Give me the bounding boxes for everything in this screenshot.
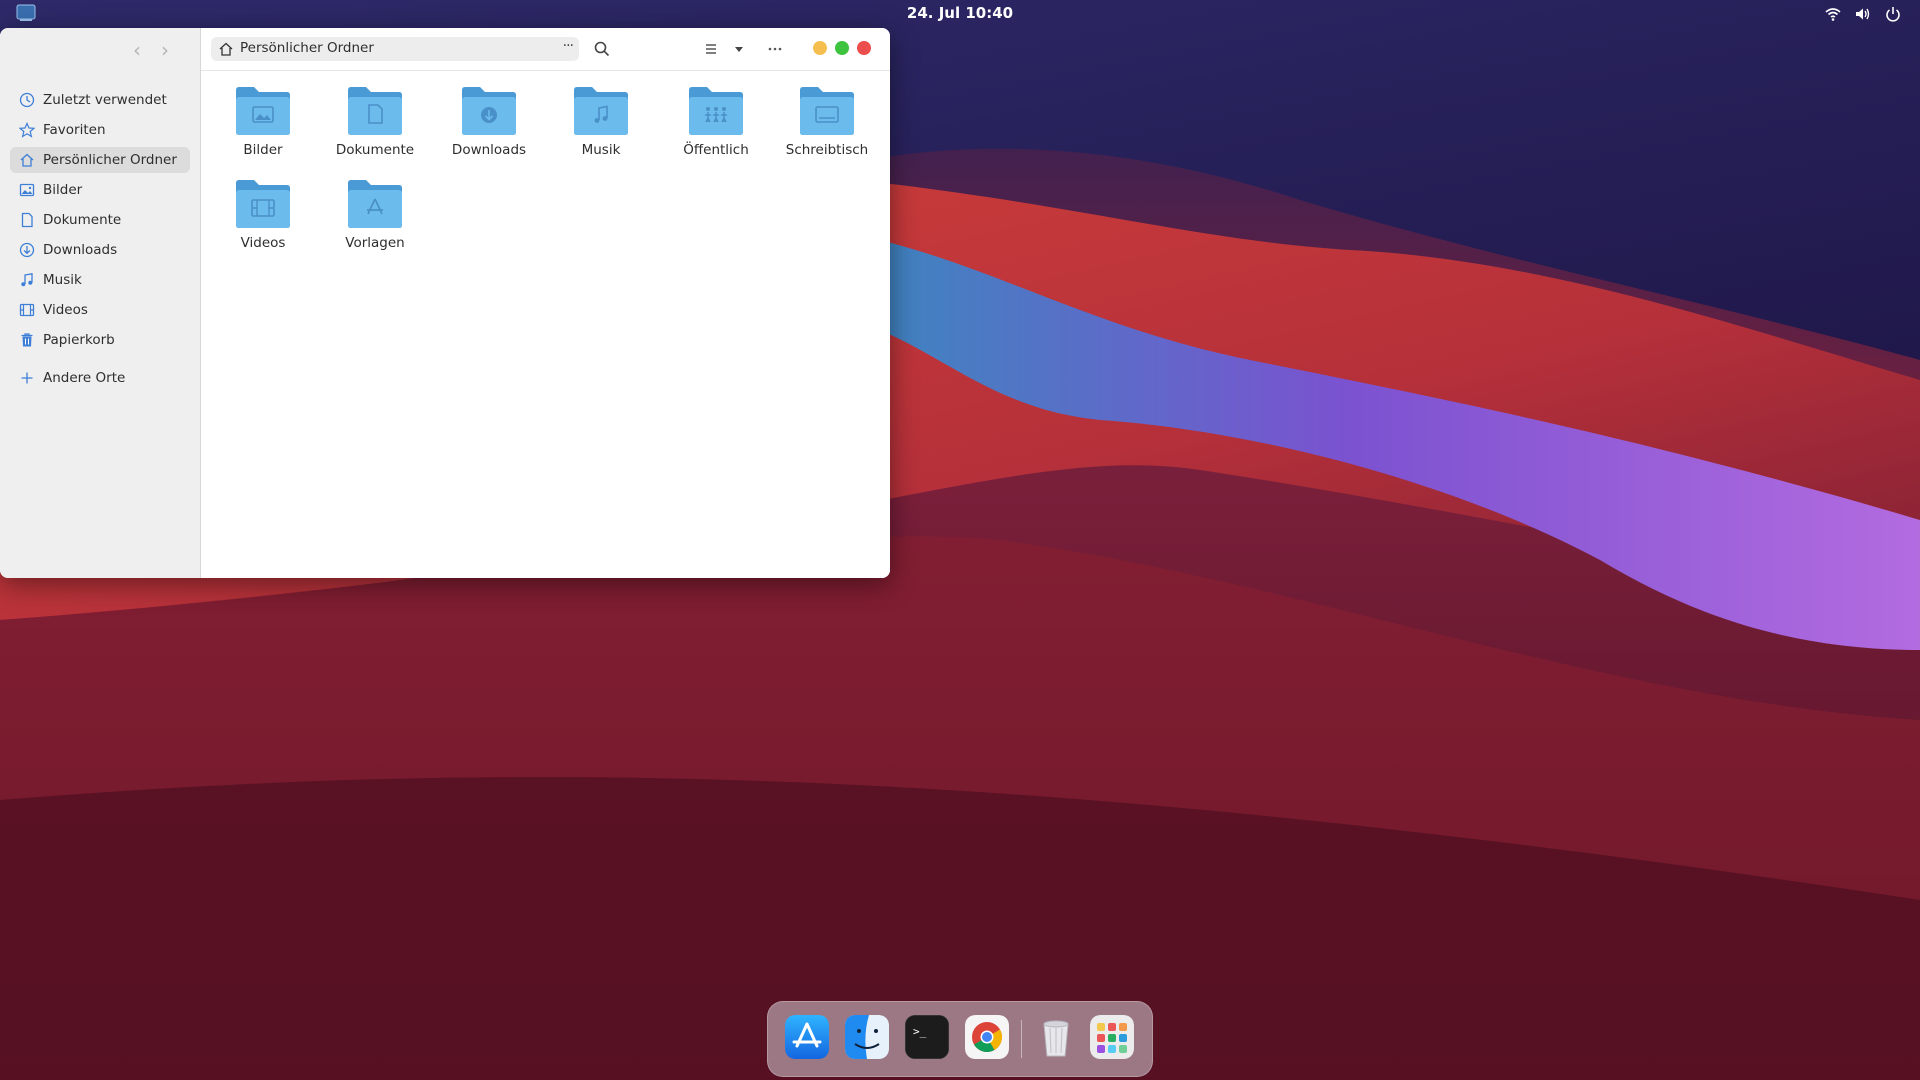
folder-document-icon <box>348 87 402 135</box>
power-icon[interactable] <box>1884 5 1902 23</box>
folder-label: Öffentlich <box>683 142 749 158</box>
terminal-prompt: >_ <box>913 1025 927 1038</box>
sidebar-item-pictures[interactable]: Bilder <box>10 177 190 203</box>
sidebar-item-trash[interactable]: Papierkorb <box>10 327 190 353</box>
sidebar-item-label: Downloads <box>43 242 118 258</box>
folder-videos[interactable]: Videos <box>213 177 313 259</box>
chevron-down-icon[interactable] <box>729 39 749 59</box>
dock-files[interactable] <box>845 1015 889 1059</box>
home-icon <box>219 42 233 56</box>
dock-chrome[interactable] <box>965 1015 1009 1059</box>
sidebar-item-videos[interactable]: Videos <box>10 297 190 323</box>
sidebar-item-label: Zuletzt verwendet <box>43 92 167 108</box>
folder-label: Musik <box>581 142 621 158</box>
folder-desktop[interactable]: Schreibtisch <box>777 84 877 166</box>
folder-image-icon <box>236 87 290 135</box>
finder-icon <box>845 1015 889 1059</box>
clock[interactable]: 24. Jul 10:40 <box>907 4 1013 22</box>
sidebar-item-label: Papierkorb <box>43 332 115 348</box>
folder-documents[interactable]: Dokumente <box>325 84 425 166</box>
back-button[interactable]: ‹ <box>127 40 147 60</box>
minimize-button[interactable] <box>813 41 827 55</box>
folder-label: Dokumente <box>335 142 415 158</box>
folder-label: Bilder <box>243 142 283 158</box>
app-store-icon <box>785 1015 829 1059</box>
sidebar-item-other-locations[interactable]: Andere Orte <box>10 365 190 391</box>
sidebar-item-label: Musik <box>43 272 82 288</box>
dock-app-grid[interactable] <box>1090 1015 1134 1059</box>
app-grid-icon <box>1090 1015 1134 1059</box>
activities-icon[interactable] <box>16 4 36 22</box>
sidebar-item-label: Bilder <box>43 182 83 198</box>
wifi-icon[interactable] <box>1824 5 1842 23</box>
star-icon <box>19 122 35 138</box>
file-manager-window: ‹ › Zuletzt verwendet Favoriten Persönli… <box>0 28 890 578</box>
dock-separator <box>1021 1020 1022 1058</box>
list-view-icon[interactable] <box>701 39 721 59</box>
folder-music[interactable]: Musik <box>551 84 651 166</box>
close-button[interactable] <box>857 41 871 55</box>
path-bar[interactable]: Persönlicher Ordner ··· <box>211 37 579 61</box>
dock-terminal[interactable]: >_ <box>905 1015 949 1059</box>
dock-app-store[interactable] <box>785 1015 829 1059</box>
sidebar-item-recent[interactable]: Zuletzt verwendet <box>10 87 190 113</box>
film-icon <box>19 302 35 318</box>
folder-film-icon <box>236 180 290 228</box>
download-icon <box>19 242 35 258</box>
folder-music-icon <box>574 87 628 135</box>
path-menu-button[interactable]: ··· <box>563 38 574 54</box>
sidebar-item-music[interactable]: Musik <box>10 267 190 293</box>
current-location: Persönlicher Ordner <box>240 40 374 56</box>
folder-label: Vorlagen <box>345 235 405 251</box>
trash-icon <box>1043 1020 1069 1057</box>
folder-people-icon <box>689 87 743 135</box>
sidebar: ‹ › Zuletzt verwendet Favoriten Persönli… <box>0 28 201 578</box>
dock: >_ <box>767 1001 1153 1077</box>
sidebar-item-label: Videos <box>43 302 88 318</box>
maximize-button[interactable] <box>835 41 849 55</box>
sidebar-item-favorites[interactable]: Favoriten <box>10 117 190 143</box>
dock-trash[interactable] <box>1034 1015 1078 1059</box>
folder-label: Schreibtisch <box>785 142 869 158</box>
top-bar: 24. Jul 10:40 <box>0 0 1920 28</box>
folder-desktop-icon <box>800 87 854 135</box>
sidebar-item-documents[interactable]: Dokumente <box>10 207 190 233</box>
folder-public[interactable]: Öffentlich <box>666 84 766 166</box>
file-view: Persönlicher Ordner ··· Bilder Dokumente… <box>201 28 890 578</box>
sidebar-item-label: Favoriten <box>43 122 106 138</box>
folder-download-icon <box>462 87 516 135</box>
header-bar: Persönlicher Ordner ··· <box>201 28 890 71</box>
music-icon <box>19 272 35 288</box>
clock-icon <box>19 92 35 108</box>
document-icon <box>19 212 35 228</box>
folder-templates-icon <box>348 180 402 228</box>
image-icon <box>19 182 35 198</box>
forward-button[interactable]: › <box>155 40 175 60</box>
home-icon <box>19 152 35 168</box>
sidebar-item-home[interactable]: Persönlicher Ordner <box>10 147 190 173</box>
volume-icon[interactable] <box>1854 5 1872 23</box>
folder-label: Downloads <box>451 142 527 158</box>
sidebar-item-label: Dokumente <box>43 212 122 228</box>
menu-icon[interactable] <box>765 39 785 59</box>
terminal-icon: >_ <box>905 1015 949 1059</box>
chrome-icon <box>965 1015 1009 1059</box>
trash-icon <box>19 332 35 348</box>
search-icon[interactable] <box>592 39 612 59</box>
plus-icon <box>19 370 35 386</box>
sidebar-item-label: Persönlicher Ordner <box>43 152 177 168</box>
sidebar-item-label: Andere Orte <box>43 370 126 386</box>
folder-label: Videos <box>240 235 286 251</box>
folder-templates[interactable]: Vorlagen <box>325 177 425 259</box>
folder-downloads[interactable]: Downloads <box>439 84 539 166</box>
sidebar-item-downloads[interactable]: Downloads <box>10 237 190 263</box>
folder-pictures[interactable]: Bilder <box>213 84 313 166</box>
